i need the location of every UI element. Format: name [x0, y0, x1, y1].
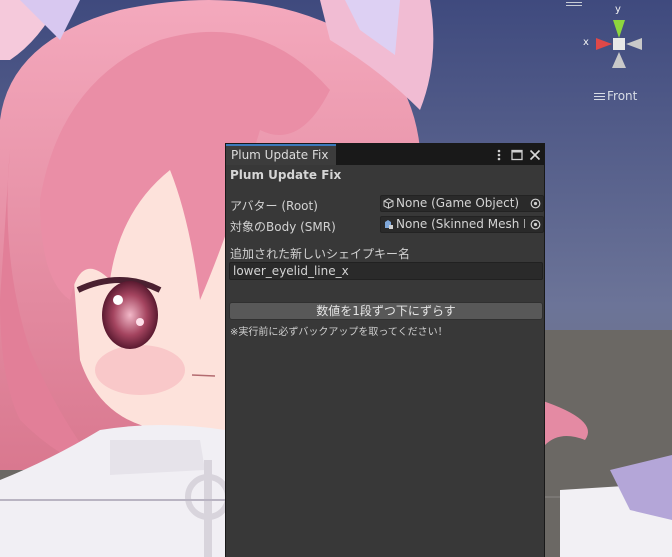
view-mode-toggle[interactable]: Front [594, 89, 637, 103]
avatar-field-value: None (Game Object) [396, 196, 520, 210]
shape-key-input[interactable]: lower_eyelid_line_x [229, 262, 543, 280]
view-mode-label: Front [607, 89, 638, 103]
hamburger-icon [594, 91, 605, 102]
backup-warning: ※実行前に必ずバックアップを取ってください！ [230, 327, 448, 338]
plum-update-fix-window: Plum Update Fix Plum Update Fix アバター (Ro… [225, 143, 545, 557]
body-field-label: 対象のBody (SMR) [230, 220, 336, 234]
avatar-field-label: アバター (Root) [230, 199, 318, 213]
maximize-icon[interactable] [511, 149, 523, 161]
skinned-mesh-icon [383, 219, 394, 230]
gameobject-icon [383, 198, 394, 209]
gizmo-x-label: x [583, 37, 589, 48]
kebab-menu-icon[interactable] [493, 149, 505, 161]
window-content: Plum Update Fix アバター (Root) None (Game O… [226, 165, 544, 557]
window-controls [493, 147, 541, 162]
body-object-field[interactable]: None (Skinned Mesh R [380, 216, 544, 233]
object-picker-icon[interactable] [530, 219, 541, 230]
window-header: Plum Update Fix [230, 168, 342, 182]
window-titlebar[interactable]: Plum Update Fix [226, 144, 544, 165]
shape-key-label: 追加された新しいシェイプキー名 [230, 247, 411, 261]
scene-menu-icon[interactable] [566, 0, 582, 8]
close-icon[interactable] [529, 149, 541, 161]
window-tab[interactable]: Plum Update Fix [226, 144, 336, 165]
avatar-object-field[interactable]: None (Game Object) [380, 195, 544, 212]
object-picker-icon[interactable] [530, 198, 541, 209]
gizmo-y-label: y [615, 4, 621, 15]
shift-down-button[interactable]: 数値を1段ずつ下にずらす [229, 302, 543, 320]
body-field-value: None (Skinned Mesh R [396, 217, 525, 231]
